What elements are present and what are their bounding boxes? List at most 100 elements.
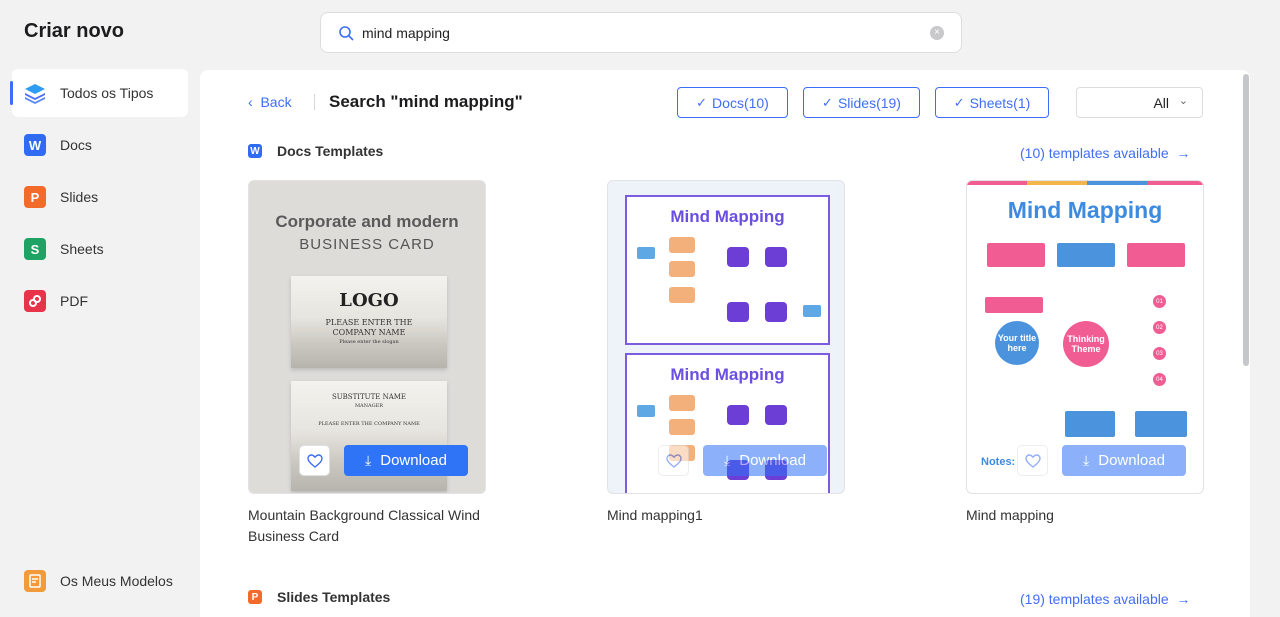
slides-templates-available-link[interactable]: (19) templates available → — [1020, 591, 1190, 607]
node — [727, 405, 749, 425]
search-input[interactable] — [362, 22, 902, 44]
download-icon: ⤓ — [365, 452, 372, 468]
thumb-number: 04 — [1153, 373, 1166, 386]
download-label: Download — [739, 452, 806, 469]
color-band — [1027, 181, 1087, 185]
divider — [314, 94, 315, 110]
node — [985, 297, 1043, 313]
scrollbar[interactable] — [1243, 74, 1249, 366]
favorite-button[interactable] — [299, 445, 330, 476]
heart-icon — [306, 453, 323, 468]
node — [727, 247, 749, 267]
filter-slides[interactable]: ✓ Slides(19) — [803, 87, 920, 118]
sidebar-item-label: PDF — [60, 293, 88, 309]
template-thumbnail[interactable]: Corporate and modern BUSINESS CARD LOGO … — [248, 180, 486, 494]
slides-icon: P — [248, 590, 262, 604]
node — [1057, 243, 1115, 267]
download-icon: ⤓ — [724, 452, 731, 468]
filter-sheets[interactable]: ✓ Sheets(1) — [935, 87, 1049, 118]
docs-icon: W — [24, 134, 46, 156]
download-button[interactable]: ⤓ Download — [1062, 445, 1186, 476]
download-button[interactable]: ⤓ Download — [703, 445, 827, 476]
favorite-button[interactable] — [1017, 445, 1048, 476]
filter-label: Docs(10) — [712, 94, 769, 111]
template-title[interactable]: Mind mapping1 — [607, 505, 845, 526]
favorite-button[interactable] — [658, 445, 689, 476]
node — [669, 237, 695, 253]
template-thumbnail[interactable]: Mind Mapping Mind Mapping ⤓ Download — [607, 180, 845, 494]
pdf-icon — [24, 290, 46, 312]
link-label: (10) templates available — [1020, 145, 1169, 161]
docs-templates-available-link[interactable]: (10) templates available → — [1020, 145, 1190, 161]
node — [727, 302, 749, 322]
slides-icon: P — [24, 186, 46, 208]
type-select[interactable]: All ⌄ — [1076, 87, 1203, 118]
color-band — [1147, 181, 1203, 185]
thumb-node-title: Thinking Theme — [1063, 321, 1109, 367]
download-label: Download — [380, 452, 447, 469]
sidebar-item-docs[interactable]: W Docs — [12, 121, 188, 169]
node — [669, 395, 695, 411]
thumb-node-title: Your title here — [995, 321, 1039, 365]
thumb-number: 01 — [1153, 295, 1166, 308]
node — [1127, 243, 1185, 267]
heart-icon — [1024, 453, 1041, 468]
section-title: Docs Templates — [277, 143, 384, 159]
my-templates-icon — [24, 570, 46, 592]
sidebar-item-label: Slides — [60, 189, 99, 205]
filter-docs[interactable]: ✓ Docs(10) — [677, 87, 788, 118]
back-button[interactable]: ‹ Back — [248, 94, 292, 110]
thumb-text: PLEASE ENTER THE COMPANY NAME — [318, 421, 420, 427]
mind-map-page: Mind Mapping — [625, 195, 830, 345]
template-card[interactable]: Corporate and modern BUSINESS CARD LOGO … — [248, 180, 486, 547]
clear-search-icon[interactable]: × — [930, 26, 944, 40]
sidebar-item-sheets[interactable]: S Sheets — [12, 225, 188, 273]
node — [669, 419, 695, 435]
template-title[interactable]: Mind mapping — [966, 505, 1204, 526]
sidebar-item-label: Todos os Tipos — [60, 85, 154, 101]
thumb-heading: Mind Mapping — [1007, 197, 1163, 223]
sidebar-item-slides[interactable]: P Slides — [12, 173, 188, 221]
filter-label: Slides(19) — [837, 94, 901, 111]
thumb-number: 03 — [1153, 347, 1166, 360]
page-title: Search "mind mapping" — [329, 92, 523, 111]
check-icon: ✓ — [822, 94, 833, 110]
back-label: Back — [260, 94, 292, 110]
thumb-notes: Notes: — [981, 456, 1016, 468]
node — [1135, 411, 1187, 437]
node — [765, 302, 787, 322]
app-title: Criar novo — [24, 20, 125, 42]
check-icon: ✓ — [696, 94, 708, 110]
sidebar-item-pdf[interactable]: PDF — [12, 277, 188, 325]
template-card[interactable]: Mind Mapping Your title here Thinking Th… — [966, 180, 1204, 526]
thumb-text: SUBSTITUTE NAME — [331, 393, 407, 401]
thumb-heading: Mind Mapping — [670, 365, 785, 384]
template-title[interactable]: Mountain Background Classical Wind Busin… — [248, 505, 486, 547]
download-button[interactable]: ⤓ Download — [344, 445, 468, 476]
business-card-front: LOGO PLEASE ENTER THE COMPANY NAME Pleas… — [291, 276, 447, 368]
sidebar-item-label: Os Meus Modelos — [60, 573, 173, 589]
node — [765, 247, 787, 267]
color-band — [967, 181, 1027, 185]
node — [987, 243, 1045, 267]
node — [669, 261, 695, 277]
sheets-icon: S — [24, 238, 46, 260]
node — [669, 287, 695, 303]
section-title: Slides Templates — [277, 589, 391, 605]
select-value: All — [1153, 95, 1169, 111]
thumb-text: PLEASE ENTER THE — [325, 318, 413, 327]
search-icon — [339, 26, 354, 41]
sidebar-item-label: Docs — [60, 137, 92, 153]
template-card[interactable]: Mind Mapping Mind Mapping ⤓ Download Min… — [607, 180, 845, 526]
node — [1065, 411, 1115, 437]
chevron-left-icon: ‹ — [248, 94, 253, 110]
search-bar[interactable]: × — [320, 12, 962, 53]
slides-section-title: P Slides Templates — [248, 589, 390, 605]
thumb-heading: Mind Mapping — [670, 207, 785, 226]
template-thumbnail[interactable]: Mind Mapping Your title here Thinking Th… — [966, 180, 1204, 494]
sidebar-item-my-templates[interactable]: Os Meus Modelos — [12, 557, 188, 605]
link-label: (19) templates available — [1020, 591, 1169, 607]
sidebar-item-all-types[interactable]: Todos os Tipos — [10, 69, 188, 117]
sidebar-item-label: Sheets — [60, 241, 104, 257]
check-icon: ✓ — [953, 94, 965, 110]
